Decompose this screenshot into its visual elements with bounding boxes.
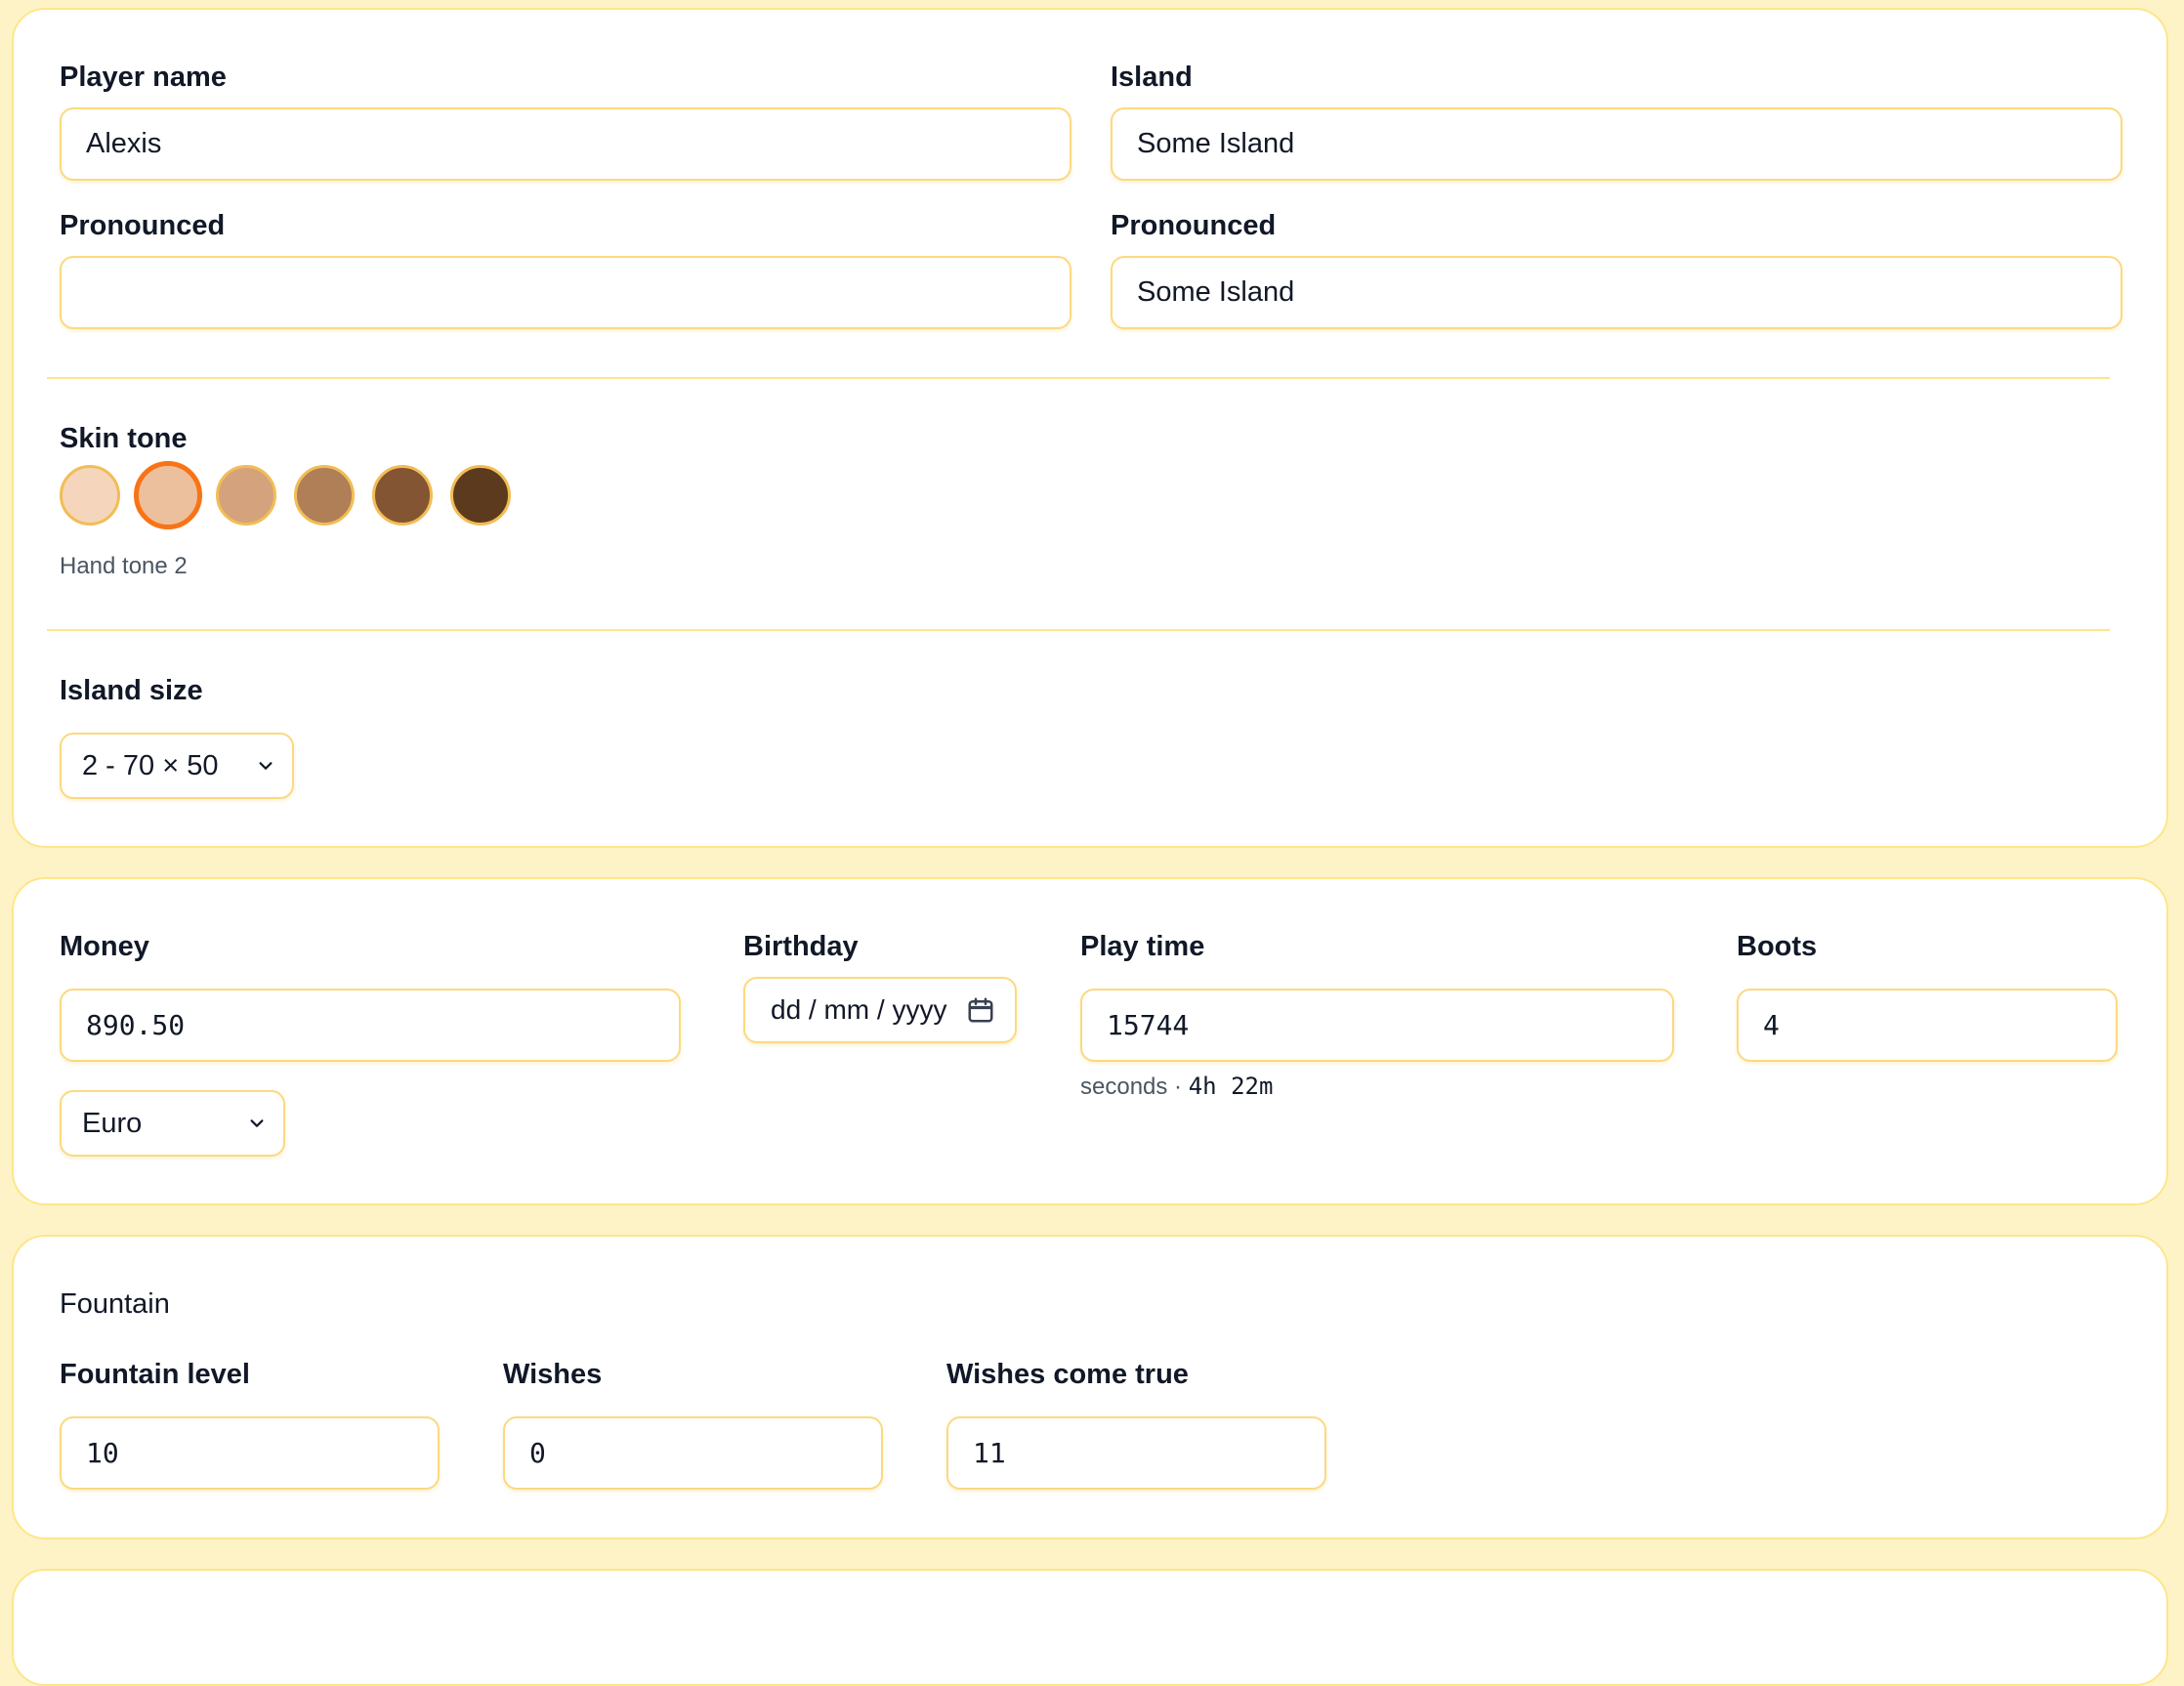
chevron-down-icon bbox=[259, 762, 273, 770]
play-time-hint-prefix: seconds · bbox=[1080, 1074, 1189, 1100]
skin-tone-swatch-3[interactable] bbox=[216, 465, 276, 526]
money-value: 890.50 bbox=[86, 1009, 186, 1041]
boots-input[interactable]: 4 bbox=[1737, 989, 2118, 1062]
section-divider bbox=[47, 377, 2110, 379]
wishes-come-true-label: Wishes come true bbox=[946, 1359, 1189, 1390]
birthday-label: Birthday bbox=[743, 931, 859, 962]
play-time-duration: 4h 22m bbox=[1188, 1073, 1274, 1100]
boots-label: Boots bbox=[1737, 931, 1818, 962]
next-card bbox=[12, 1569, 2168, 1686]
island-size-value: 2 - 70 × 50 bbox=[82, 749, 219, 781]
skin-tone-caption: Hand tone 2 bbox=[60, 553, 188, 579]
chevron-down-icon bbox=[250, 1119, 264, 1127]
fountain-section-title: Fountain bbox=[60, 1288, 170, 1320]
island-label: Island bbox=[1111, 62, 1193, 93]
skin-tone-swatch-5[interactable] bbox=[372, 465, 433, 526]
play-time-hint: seconds · 4h 22m bbox=[1080, 1073, 1273, 1101]
calendar-icon[interactable] bbox=[966, 995, 995, 1025]
player-name-value: Alexis bbox=[86, 128, 162, 159]
birthday-placeholder: dd / mm / yyyy bbox=[771, 994, 947, 1025]
play-time-input[interactable]: 15744 bbox=[1080, 989, 1674, 1062]
wishes-value: 0 bbox=[529, 1437, 546, 1469]
currency-value: Euro bbox=[82, 1107, 143, 1139]
player-pronounced-input[interactable] bbox=[60, 256, 1071, 329]
wishes-come-true-input[interactable]: 11 bbox=[946, 1416, 1326, 1490]
island-pronounced-input[interactable]: Some Island bbox=[1111, 256, 2122, 329]
money-label: Money bbox=[60, 931, 149, 962]
currency-select[interactable]: Euro bbox=[60, 1090, 285, 1157]
money-input[interactable]: 890.50 bbox=[60, 989, 681, 1062]
fountain-level-input[interactable]: 10 bbox=[60, 1416, 440, 1490]
play-time-label: Play time bbox=[1080, 931, 1205, 962]
skin-tone-swatch-2[interactable] bbox=[134, 461, 202, 529]
player-name-label: Player name bbox=[60, 62, 227, 93]
fountain-level-value: 10 bbox=[86, 1437, 119, 1469]
skin-tone-swatch-4[interactable] bbox=[294, 465, 355, 526]
island-size-label: Island size bbox=[60, 675, 203, 706]
island-value: Some Island bbox=[1137, 128, 1295, 159]
island-input[interactable]: Some Island bbox=[1111, 107, 2122, 181]
skin-tone-label: Skin tone bbox=[60, 423, 188, 454]
island-size-select[interactable]: 2 - 70 × 50 bbox=[60, 733, 294, 799]
wishes-input[interactable]: 0 bbox=[503, 1416, 883, 1490]
island-pronounced-label: Pronounced bbox=[1111, 210, 1277, 241]
section-divider bbox=[47, 629, 2110, 631]
player-name-input[interactable]: Alexis bbox=[60, 107, 1071, 181]
boots-value: 4 bbox=[1763, 1009, 1780, 1041]
play-time-value: 15744 bbox=[1107, 1009, 1190, 1041]
wishes-come-true-value: 11 bbox=[973, 1437, 1006, 1469]
skin-tone-swatch-1[interactable] bbox=[60, 465, 120, 526]
island-pronounced-value: Some Island bbox=[1137, 276, 1295, 308]
fountain-level-label: Fountain level bbox=[60, 1359, 250, 1390]
wishes-label: Wishes bbox=[503, 1359, 603, 1390]
skin-tone-swatch-6[interactable] bbox=[450, 465, 511, 526]
birthday-input[interactable]: dd / mm / yyyy bbox=[743, 977, 1017, 1043]
player-pronounced-label: Pronounced bbox=[60, 210, 226, 241]
